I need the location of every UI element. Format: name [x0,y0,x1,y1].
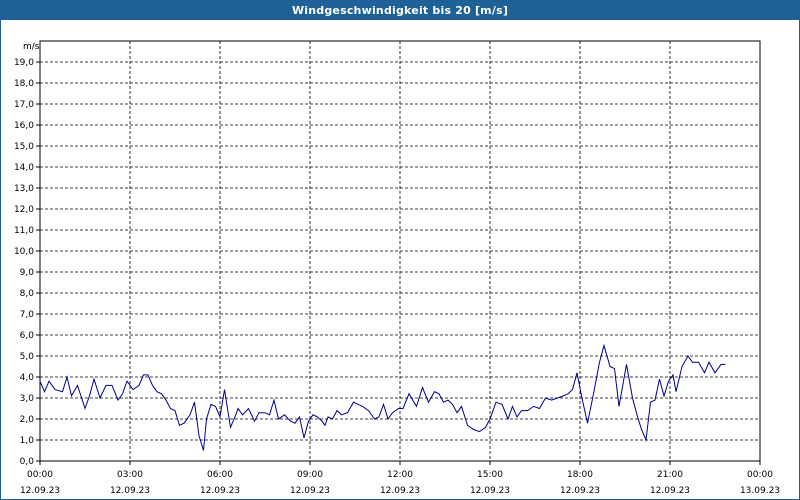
x-tick-time-label: 15:00 [477,470,503,480]
grid-lines [40,41,760,461]
chart-title: Windgeschwindigkeit bis 20 [m/s] [1,1,799,20]
chart-window: Windgeschwindigkeit bis 20 [m/s] 0,0 1,0 2… [0,0,800,500]
y-tick-label: 6,0 [20,331,35,341]
x-tick-date-label: 12.09.23 [650,486,690,496]
y-tick-label: 9,0 [20,268,35,278]
x-tick-time-label: 18:00 [567,470,593,480]
y-tick-label: 12,0 [14,205,34,215]
y-tick-label: 0,0 [20,457,35,467]
x-tick-time-label: 21:00 [657,470,683,480]
x-tick-date-label: 12.09.23 [200,486,240,496]
y-tick-label: 13,0 [14,184,34,194]
y-tick-label: 19,0 [14,58,34,68]
x-tick-date-label: 12.09.23 [20,486,60,496]
x-tick-time-label: 00:00 [747,470,773,480]
y-tick-label: 7,0 [20,310,35,320]
y-tick-label: 11,0 [14,226,34,236]
x-tick-time-label: 03:00 [117,470,143,480]
x-tick-time-label: 00:00 [27,470,53,480]
y-tick-label: 14,0 [14,163,34,173]
x-tick-time-label: 09:00 [297,470,323,480]
x-tick-date-label: 12.09.23 [470,486,510,496]
y-tick-label: 5,0 [20,352,35,362]
y-tick-label: 15,0 [14,142,34,152]
y-tick-label: 2,0 [20,415,35,425]
x-tick-date-label: 12.09.23 [110,486,150,496]
x-tick-date-label: 12.09.23 [290,486,330,496]
y-tick-label: 17,0 [14,100,34,110]
y-tick-label: 10,0 [14,247,34,257]
x-tick-time-label: 06:00 [207,470,233,480]
y-tick-label: 8,0 [20,289,35,299]
y-axis-unit-label: m/s [23,42,40,52]
axes: 0,0 1,0 2,0 3,0 4,0 5,0 6,0 7,0 8,0 9,0 10,0 11,0 12… [14,58,780,496]
y-tick-label: 4,0 [20,373,35,383]
y-tick-label: 3,0 [20,394,35,404]
y-tick-label: 1,0 [20,436,35,446]
y-tick-label: 16,0 [14,121,34,131]
y-tick-label: 18,0 [14,79,34,89]
wind-speed-chart: 0,0 1,0 2,0 3,0 4,0 5,0 6,0 7,0 8,0 9,0 10,0 11,0 12… [14,40,780,496]
x-tick-date-label: 13.09.23 [740,486,780,496]
x-tick-date-label: 12.09.23 [560,486,600,496]
x-tick-time-label: 12:00 [387,470,413,480]
x-tick-date-label: 12.09.23 [380,486,420,496]
